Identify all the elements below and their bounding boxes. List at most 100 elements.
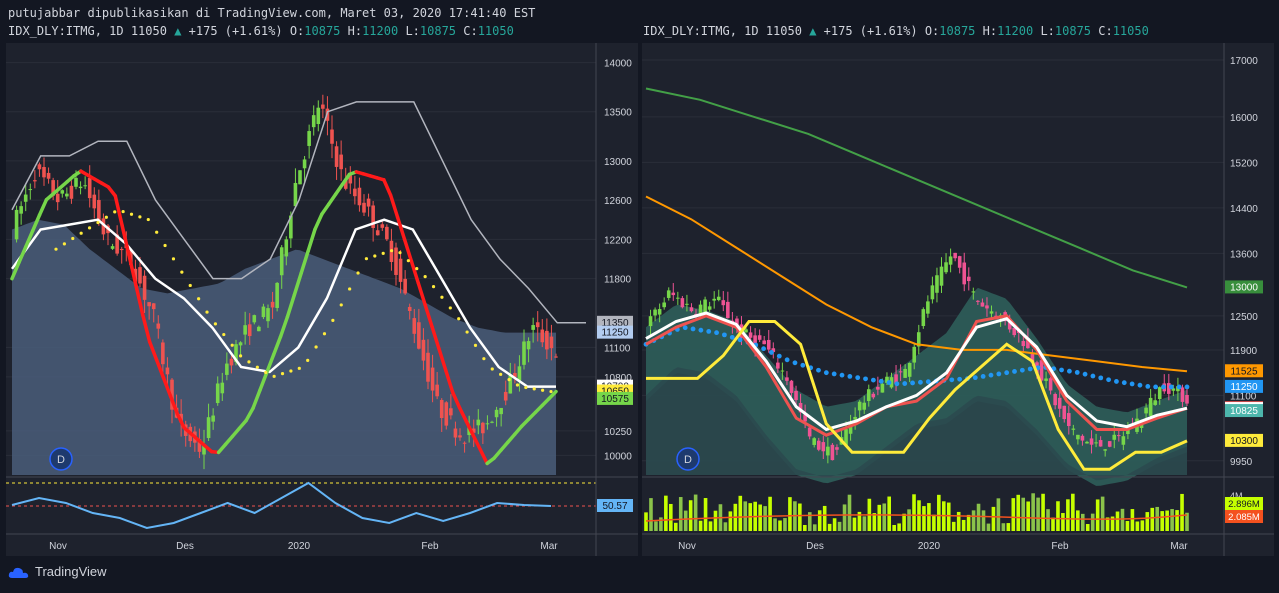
right-volume-bar [932,514,936,531]
left-candle-body [252,315,257,323]
right-price-badge-label: 13000 [1230,282,1258,293]
left-symbol: IDX_DLY:ITMG, 1D 11050 [8,24,167,38]
left-sar-dot [423,275,427,279]
cloud-icon [8,567,29,578]
right-candle-body [853,416,857,420]
left-candle-body [270,301,275,308]
left-candle-body [316,107,321,125]
left-candle-body [92,194,97,209]
left-sar-dot [238,354,243,358]
right-chart-background [642,43,1274,556]
left-sar-dot [104,215,108,219]
right-candle-body [807,427,812,437]
left-sar-dot [163,243,167,248]
right-candle-body [935,275,939,293]
left-high: 11200 [362,24,399,38]
left-sar-dot [289,369,293,373]
left-up-arrow-icon: ▲ [174,24,182,38]
left-sar-dot [230,343,234,347]
right-volume-bar [822,505,827,531]
right-candle-body [726,301,730,319]
right-volume-bar [788,497,792,531]
right-ema-dot [925,379,931,385]
left-sar-dot [188,283,192,288]
right-candle-body [744,329,748,333]
right-interval-badge[interactable]: D [676,447,700,471]
right-volume-badge-label: 2.896M [1228,499,1260,510]
left-interval-badge[interactable]: D [49,447,73,471]
left-price-tick: 10250 [604,427,632,438]
right-open: 10875 [939,24,976,38]
left-sar-dot [431,285,436,289]
right-candle-body [1107,441,1112,447]
tradingview-logo[interactable]: TradingView [8,564,107,579]
left-candle-body [485,423,490,425]
left-candle-body [490,421,494,423]
right-ema-dot [800,362,806,368]
left-sar-dot [465,330,469,334]
left-candle-body [229,358,234,366]
right-volume-bar [669,503,673,531]
right-price-tick: 17000 [1230,56,1258,67]
right-price-badge-label: 11250 [1230,382,1258,393]
left-candle-body [165,367,170,375]
right-volume-bar [708,521,713,531]
left-price-tick: 13500 [604,108,632,119]
right-volume-bar [966,514,971,531]
right-ema-dot [1176,384,1182,390]
left-sar-dot [348,287,352,291]
right-ema-dot [714,330,719,336]
right-price-badge-label: 10300 [1230,436,1258,447]
right-volume-bar [1076,510,1080,531]
right-volume-bar [723,522,728,531]
left-candle-body [238,342,243,346]
left-candle-body [417,322,421,349]
left-candle-body [225,363,229,375]
right-low: 10875 [1054,24,1092,38]
left-low: 10875 [419,24,457,38]
right-chart-panel[interactable]: 4M2.896M2.085M 1700016000152001440013600… [642,43,1274,556]
left-price-tick: 12600 [604,196,632,207]
right-candle-body [662,302,666,308]
right-volume-bar [683,510,688,531]
right-ema-dot [1066,368,1072,374]
right-volume-bar [996,498,1001,531]
right-volume-bar [1100,496,1105,531]
right-ema-dot [1098,375,1104,381]
left-candle-body [138,267,142,284]
right-price-badge-label: 10825 [1230,406,1258,417]
right-candle-body [1103,449,1107,451]
right-volume-bar [738,495,743,531]
left-sar-dot [197,297,201,301]
right-candle-body [1112,434,1117,440]
right-candle-body [794,390,798,401]
right-ema-dot [1059,367,1064,373]
left-candle-body [421,339,426,361]
right-ema-dot [1161,384,1166,390]
right-ema-dot [1129,381,1135,387]
left-candle-body [435,384,439,397]
right-ema-dot [902,381,908,386]
left-candle-body [151,303,156,310]
right-ema-dot [878,378,884,384]
right-ema-dot [1168,384,1174,390]
left-price-tick: 13000 [604,157,632,168]
left-candle-body [385,226,389,240]
right-price-tick: 15200 [1230,158,1258,169]
left-candle-body [366,198,371,207]
right-candle-body [712,298,716,301]
left-time-tick: Nov [49,541,67,552]
left-sar-dot [473,343,478,347]
right-volume-bar [1041,493,1045,531]
right-volume-bar [1085,524,1090,531]
left-candle-body [247,324,252,337]
right-volume-bar [1001,523,1006,531]
right-volume-bar [872,513,877,531]
right-volume-bar [1180,493,1184,531]
right-volume-bar [927,503,931,531]
right-candle-body [685,303,689,305]
right-ema-dot [847,373,853,379]
left-chart-panel[interactable]: 50.57 14000 13500 13000 12600 12200 11800 1110… [6,43,638,556]
left-candle-body [453,428,458,438]
right-candle-body [907,362,912,377]
